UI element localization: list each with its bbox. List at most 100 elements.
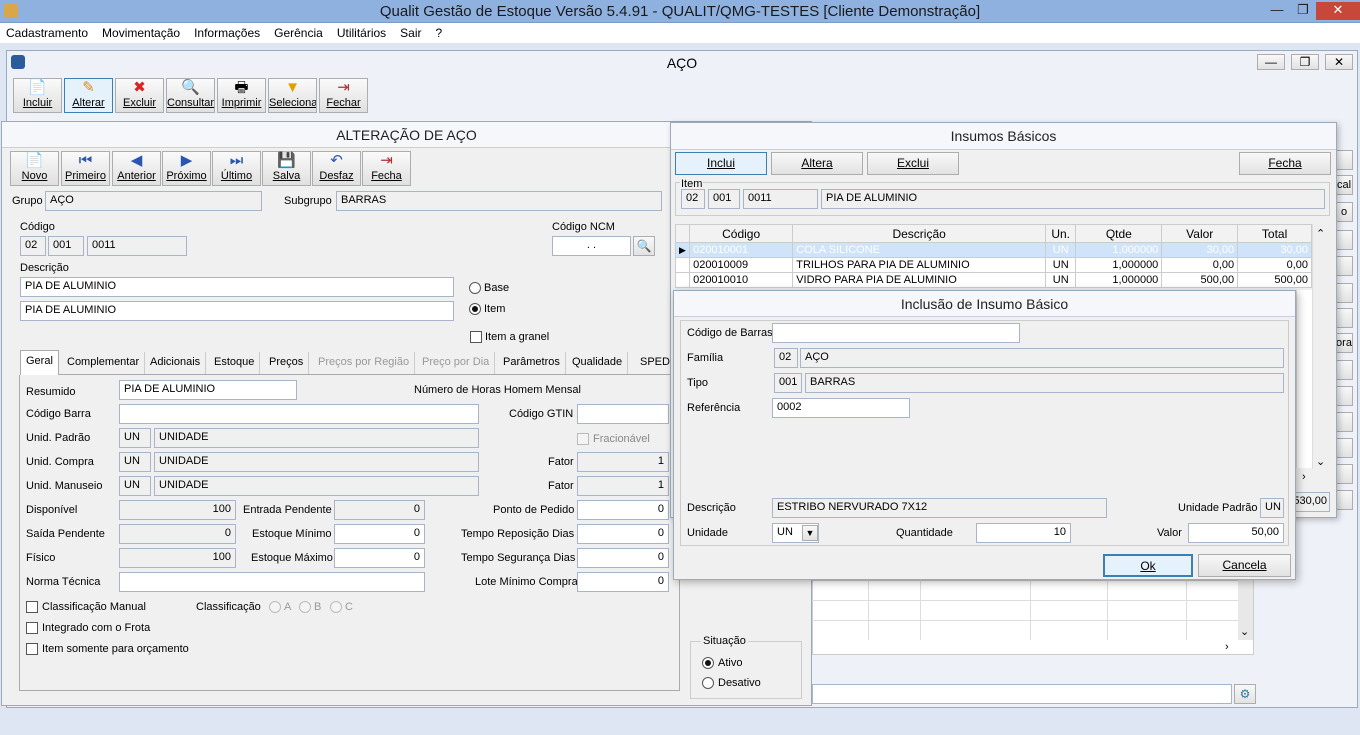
chevron-down-icon[interactable]: ▼ bbox=[802, 525, 818, 541]
fracionavel-checkbox[interactable] bbox=[577, 433, 589, 445]
tipo-code[interactable]: 001 bbox=[774, 373, 802, 393]
imprimir-button[interactable]: 🖶 Imprimir bbox=[217, 78, 266, 113]
minimize-icon[interactable]: — bbox=[1264, 2, 1290, 20]
tab-complementar[interactable]: Complementar bbox=[62, 352, 146, 374]
lote-minimo-field[interactable]: 0 bbox=[577, 572, 669, 592]
subgrupo-field[interactable]: BARRAS bbox=[336, 191, 662, 211]
codigo-barra-field[interactable] bbox=[119, 404, 479, 424]
background-search-field[interactable] bbox=[812, 684, 1232, 704]
tab-estoque[interactable]: Estoque bbox=[209, 352, 261, 374]
menu-informacoes[interactable]: Informações bbox=[194, 26, 260, 40]
background-button-9[interactable] bbox=[1335, 438, 1353, 458]
proximo-button[interactable]: ▶ Próximo bbox=[162, 151, 211, 186]
menu-gerencia[interactable]: Gerência bbox=[274, 26, 323, 40]
tab-adicionais[interactable]: Adicionais bbox=[145, 352, 207, 374]
tab-precos[interactable]: Preços bbox=[264, 352, 310, 374]
menu-sair[interactable]: Sair bbox=[400, 26, 421, 40]
primeiro-button[interactable]: ⏮ Primeiro bbox=[61, 151, 110, 186]
tab-qualidade[interactable]: Qualidade bbox=[567, 352, 629, 374]
table-row[interactable]: 020010010 VIDRO PARA PIA DE ALUMINIO UN … bbox=[674, 272, 1312, 288]
anterior-button[interactable]: ◀ Anterior bbox=[112, 151, 161, 186]
desativo-radio[interactable] bbox=[702, 677, 714, 689]
quantidade-field[interactable]: 10 bbox=[976, 523, 1071, 543]
background-button-2[interactable] bbox=[1335, 230, 1353, 250]
background-button-7[interactable] bbox=[1335, 386, 1353, 406]
tab-sped[interactable]: SPED bbox=[635, 352, 675, 374]
tempo-reposicao-field[interactable]: 0 bbox=[577, 524, 669, 544]
novo-button[interactable]: 📄 Novo bbox=[10, 151, 59, 186]
col-valor[interactable]: Valor bbox=[1161, 224, 1239, 243]
background-button-11[interactable] bbox=[1335, 490, 1353, 510]
scroll-down-icon[interactable]: ⌄ bbox=[1316, 455, 1325, 468]
table-row[interactable]: 020010009 TRILHOS PARA PIA DE ALUMINIO U… bbox=[674, 257, 1312, 273]
col-un[interactable]: Un. bbox=[1045, 224, 1077, 243]
class-b-radio[interactable] bbox=[299, 601, 311, 613]
table-row[interactable]: ▶ 020010001 COLA SILICONE UN 1,000000 30… bbox=[674, 242, 1312, 258]
insumos-vscroll[interactable] bbox=[1312, 224, 1329, 469]
desfaz-button[interactable]: ↶ Desfaz bbox=[312, 151, 361, 186]
norma-tecnica-field[interactable] bbox=[119, 572, 425, 592]
codigo-part2[interactable]: 001 bbox=[48, 236, 84, 256]
estoque-minimo-field[interactable]: 0 bbox=[334, 524, 425, 544]
background-button-5[interactable] bbox=[1335, 308, 1353, 328]
tab-precos-por-regiao[interactable]: Preços por Região bbox=[313, 352, 416, 374]
tab-preco-por-dia[interactable]: Preço por Dia bbox=[417, 352, 496, 374]
tempo-seguranca-field[interactable]: 0 bbox=[577, 548, 669, 568]
gtin-field[interactable] bbox=[577, 404, 669, 424]
selecionar-button[interactable]: ▼ Selecionar bbox=[268, 78, 317, 113]
item-granel-checkbox[interactable] bbox=[470, 331, 482, 343]
scroll-down-icon[interactable]: ⌄ bbox=[1240, 625, 1249, 638]
background-button-8[interactable] bbox=[1335, 412, 1353, 432]
aco-restore-icon[interactable]: ❐ bbox=[1291, 54, 1319, 70]
estoque-maximo-field[interactable]: 0 bbox=[334, 548, 425, 568]
consultar-button[interactable]: 🔍 Consultar bbox=[166, 78, 215, 113]
grupo-field[interactable]: AÇO bbox=[45, 191, 262, 211]
class-c-radio[interactable] bbox=[330, 601, 342, 613]
fator-field-1[interactable]: 1 bbox=[577, 452, 669, 472]
inclui-button[interactable]: Inclui bbox=[675, 152, 767, 175]
col-descricao[interactable]: Descrição bbox=[792, 224, 1047, 243]
referencia-field[interactable]: 0002 bbox=[772, 398, 910, 418]
altera-button[interactable]: Altera bbox=[771, 152, 863, 175]
menu-movimentacao[interactable]: Movimentação bbox=[102, 26, 180, 40]
excluir-button[interactable]: ✖ Excluir bbox=[115, 78, 164, 113]
descricao-field-2[interactable]: PIA DE ALUMINIO bbox=[20, 301, 454, 321]
ativo-radio[interactable] bbox=[702, 657, 714, 669]
col-codigo[interactable]: Código bbox=[689, 224, 794, 243]
background-button-3[interactable] bbox=[1335, 256, 1353, 276]
codigo-part1[interactable]: 02 bbox=[20, 236, 46, 256]
valor-field[interactable]: 50,00 bbox=[1188, 523, 1284, 543]
exclui-button[interactable]: Exclui bbox=[867, 152, 959, 175]
unidade-select[interactable]: UN ▼ bbox=[772, 523, 819, 543]
fator-field-2[interactable]: 1 bbox=[577, 476, 669, 496]
codigo-part3[interactable]: 0011 bbox=[87, 236, 187, 256]
scroll-right-icon[interactable]: › bbox=[1302, 471, 1306, 483]
cancela-button[interactable]: Cancela bbox=[1198, 554, 1291, 577]
scroll-up-icon[interactable]: ⌃ bbox=[1316, 227, 1325, 240]
somente-orcamento-checkbox[interactable] bbox=[26, 643, 38, 655]
class-a-radio[interactable] bbox=[269, 601, 281, 613]
ncm-search-button[interactable]: 🔍 bbox=[633, 236, 655, 256]
integrado-frota-checkbox[interactable] bbox=[26, 622, 38, 634]
salva-button[interactable]: 💾 Salva bbox=[262, 151, 311, 186]
descricao-field-1[interactable]: PIA DE ALUMINIO bbox=[20, 277, 454, 297]
scroll-right-icon[interactable]: › bbox=[1225, 641, 1229, 653]
classificacao-manual-checkbox[interactable] bbox=[26, 601, 38, 613]
background-button-4[interactable] bbox=[1335, 283, 1353, 303]
menu-utilitarios[interactable]: Utilitários bbox=[337, 26, 386, 40]
unid-compra-code[interactable]: UN bbox=[119, 452, 151, 472]
col-total[interactable]: Total bbox=[1237, 224, 1312, 243]
tab-geral[interactable]: Geral bbox=[20, 350, 59, 375]
unid-manuseio-code[interactable]: UN bbox=[119, 476, 151, 496]
aco-minimize-icon[interactable]: — bbox=[1257, 54, 1285, 70]
background-button-1[interactable] bbox=[1335, 150, 1353, 170]
ponto-pedido-field[interactable]: 0 bbox=[577, 500, 669, 520]
background-button-6[interactable] bbox=[1335, 360, 1353, 380]
resumido-field[interactable]: PIA DE ALUMINIO bbox=[119, 380, 297, 400]
fecha-button[interactable]: ⇥ Fecha bbox=[362, 151, 411, 186]
background-search-button[interactable]: ⚙ bbox=[1234, 684, 1256, 704]
background-button-cal[interactable]: cal bbox=[1335, 175, 1353, 195]
cod-barras-field[interactable] bbox=[772, 323, 1020, 343]
close-icon[interactable]: ✕ bbox=[1316, 2, 1360, 20]
ncm-field[interactable]: . . bbox=[552, 236, 631, 256]
